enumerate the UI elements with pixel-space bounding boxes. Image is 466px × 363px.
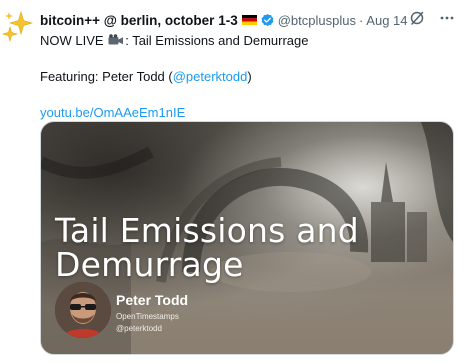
grok-icon[interactable] (408, 9, 426, 27)
speaker-handle: @peterktodd (116, 324, 162, 333)
video-link[interactable]: youtu.be/OmAAeEm1nIE (40, 105, 185, 120)
germany-flag-icon (241, 15, 257, 25)
timestamp[interactable]: Aug 14 (366, 13, 407, 28)
speaker-photo (55, 282, 111, 338)
live-title: : Tail Emissions and Demurrage (125, 33, 309, 48)
handle[interactable]: @btcplusplus (278, 13, 356, 28)
featuring-prefix: Featuring: Peter Todd ( (40, 69, 173, 84)
tweet[interactable]: bitcoin++ @ berlin, october 1-3 @btcplus… (0, 0, 466, 363)
live-prefix: NOW LIVE (40, 33, 104, 48)
mention-link[interactable]: @peterktodd (173, 69, 248, 84)
sparkles-icon[interactable] (0, 8, 36, 44)
tweet-actions (408, 9, 456, 27)
more-icon[interactable] (438, 9, 456, 27)
speaker-name: Peter Todd (116, 292, 189, 308)
featuring-line: Featuring: Peter Todd (@peterktodd) (40, 68, 456, 86)
separator-dot: · (358, 12, 364, 28)
tweet-text: NOW LIVE : Tail Emissions and Demurrage … (40, 32, 456, 122)
card-title: Tail Emissions and Demurrage (55, 211, 359, 284)
verified-badge-icon (261, 13, 274, 26)
display-name[interactable]: bitcoin++ @ berlin, october 1-3 (40, 13, 238, 28)
speaker-org: OpenTimestamps (116, 312, 179, 321)
tweet-header: bitcoin++ @ berlin, october 1-3 @btcplus… (40, 10, 456, 30)
featuring-suffix: ) (247, 69, 252, 84)
video-camera-icon (108, 34, 124, 45)
live-line: NOW LIVE : Tail Emissions and Demurrage (40, 32, 456, 50)
video-card[interactable]: Tail Emissions and Demurrage Peter Todd … (40, 121, 454, 355)
